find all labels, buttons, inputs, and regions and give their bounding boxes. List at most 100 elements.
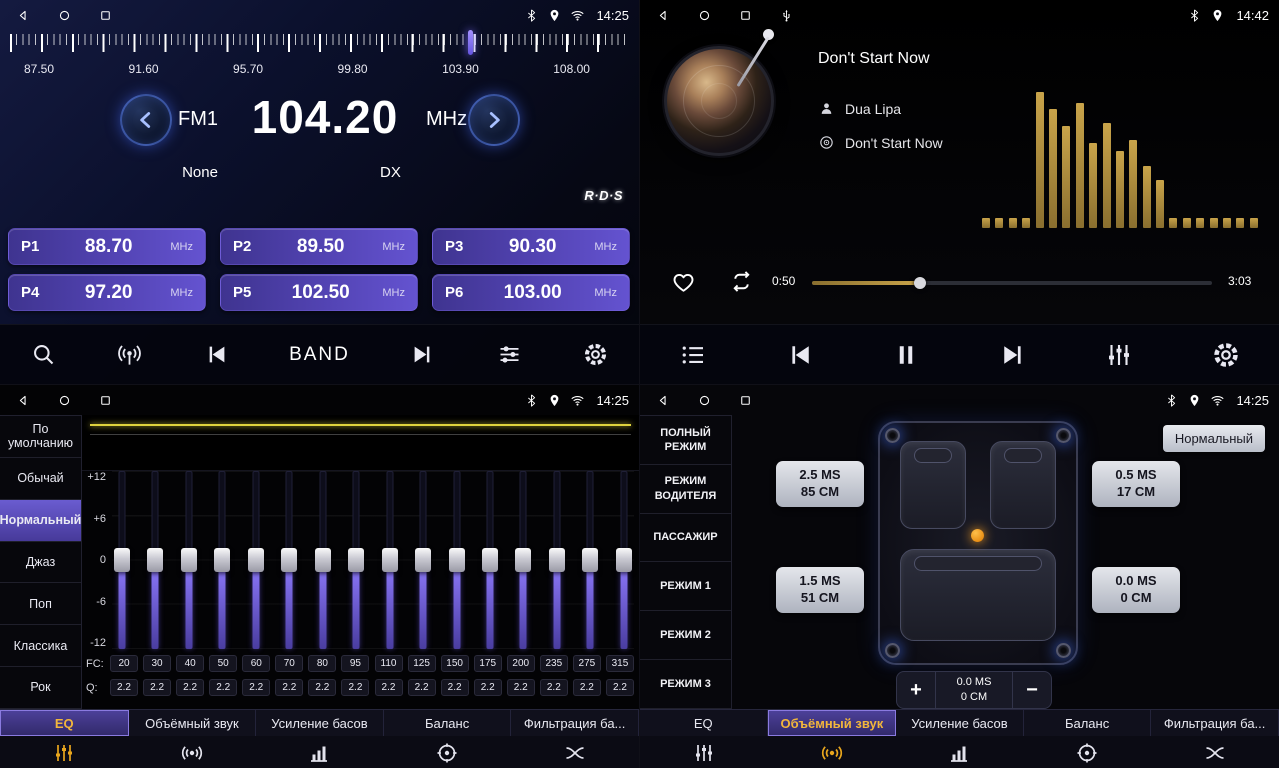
surround-mode-item[interactable]: РЕЖИМ 1 (640, 562, 731, 611)
eq-tab-icon[interactable] (0, 736, 128, 768)
slider-handle[interactable] (348, 548, 364, 572)
slider-handle[interactable] (181, 548, 197, 572)
sound-profile-button[interactable]: Нормальный (1163, 425, 1265, 452)
preset-button[interactable]: P497.20MHz (8, 274, 206, 311)
next-station-icon[interactable] (409, 341, 436, 368)
recents-icon[interactable] (98, 8, 113, 23)
surround-mode-item[interactable]: РЕЖИМ 3 (640, 660, 731, 709)
back-icon[interactable] (16, 393, 31, 408)
tab-4[interactable]: Баланс (384, 710, 512, 736)
previous-station-icon[interactable] (203, 341, 230, 368)
home-icon[interactable] (57, 393, 72, 408)
eq-band-slider[interactable] (614, 471, 634, 649)
preset-button[interactable]: P5102.50MHz (220, 274, 418, 311)
eq-band-slider[interactable] (380, 471, 400, 649)
eq-preset-item[interactable]: Нормальный (0, 500, 81, 542)
delay-front-left[interactable]: 2.5 MS 85 CM (776, 461, 864, 507)
tune-down-button[interactable] (120, 94, 172, 146)
eq-tab-icon[interactable] (640, 736, 768, 768)
eq-settings-icon[interactable] (1104, 340, 1134, 370)
eq-preset-item[interactable]: Рок (0, 667, 81, 709)
tab-1[interactable]: EQ (0, 710, 129, 736)
eq-band-slider[interactable] (179, 471, 199, 649)
slider-handle[interactable] (515, 548, 531, 572)
recents-icon[interactable] (738, 393, 753, 408)
eq-band-slider[interactable] (547, 471, 567, 649)
bass-boost-tab-icon[interactable] (896, 736, 1024, 768)
eq-band-slider[interactable] (246, 471, 266, 649)
eq-band-slider[interactable] (313, 471, 333, 649)
previous-track-icon[interactable] (785, 340, 815, 370)
tab-3[interactable]: Усиление басов (256, 710, 384, 736)
eq-band-slider[interactable] (513, 471, 533, 649)
increase-delay-button[interactable]: + (897, 672, 935, 708)
eq-preset-item[interactable]: По умолчанию (0, 416, 81, 458)
slider-handle[interactable] (214, 548, 230, 572)
surround-tab-icon[interactable] (768, 736, 896, 768)
surround-mode-item[interactable]: ПОЛНЫЙ РЕЖИМ (640, 416, 731, 465)
pause-icon[interactable] (891, 340, 921, 370)
slider-handle[interactable] (382, 548, 398, 572)
tune-up-button[interactable] (468, 94, 520, 146)
slider-handle[interactable] (315, 548, 331, 572)
preset-button[interactable]: P390.30MHz (432, 228, 630, 265)
balance-tab-icon[interactable] (383, 736, 511, 768)
progress-knob[interactable] (914, 277, 926, 289)
delay-rear-right[interactable]: 0.0 MS 0 CM (1092, 567, 1180, 613)
recents-icon[interactable] (738, 8, 753, 23)
broadcast-icon[interactable] (116, 341, 143, 368)
next-track-icon[interactable] (998, 340, 1028, 370)
bass-boost-tab-icon[interactable] (256, 736, 384, 768)
frequency-ruler[interactable] (10, 34, 628, 52)
slider-handle[interactable] (415, 548, 431, 572)
tab-2[interactable]: Объёмный звук (768, 710, 897, 736)
back-icon[interactable] (656, 8, 671, 23)
slider-handle[interactable] (582, 548, 598, 572)
eq-settings-icon[interactable] (496, 341, 523, 368)
playlist-icon[interactable] (678, 340, 708, 370)
home-icon[interactable] (57, 8, 72, 23)
tab-2[interactable]: Объёмный звук (129, 710, 257, 736)
progress-slider[interactable] (812, 281, 1212, 285)
eq-preset-item[interactable]: Поп (0, 583, 81, 625)
eq-band-slider[interactable] (145, 471, 165, 649)
eq-band-slider[interactable] (346, 471, 366, 649)
home-icon[interactable] (697, 393, 712, 408)
back-icon[interactable] (656, 393, 671, 408)
eq-band-slider[interactable] (580, 471, 600, 649)
filter-tab-icon[interactable] (511, 736, 639, 768)
eq-preset-item[interactable]: Классика (0, 625, 81, 667)
surround-mode-item[interactable]: РЕЖИМ ВОДИТЕЛЯ (640, 465, 731, 514)
eq-band-slider[interactable] (447, 471, 467, 649)
eq-band-slider[interactable] (212, 471, 232, 649)
eq-band-slider[interactable] (413, 471, 433, 649)
surround-mode-item[interactable]: РЕЖИМ 2 (640, 611, 731, 660)
tab-5[interactable]: Фильтрация ба... (511, 710, 639, 736)
back-icon[interactable] (16, 8, 31, 23)
delay-front-right[interactable]: 0.5 MS 17 CM (1092, 461, 1180, 507)
slider-handle[interactable] (616, 548, 632, 572)
balance-tab-icon[interactable] (1023, 736, 1151, 768)
tab-4[interactable]: Баланс (1024, 710, 1152, 736)
recents-icon[interactable] (98, 393, 113, 408)
delay-rear-left[interactable]: 1.5 MS 51 CM (776, 567, 864, 613)
listening-position-dot[interactable] (971, 529, 984, 542)
preset-button[interactable]: P188.70MHz (8, 228, 206, 265)
repeat-icon[interactable] (728, 268, 755, 295)
slider-handle[interactable] (248, 548, 264, 572)
surround-mode-item[interactable]: ПАССАЖИР (640, 514, 731, 563)
settings-gear-icon[interactable] (582, 341, 609, 368)
tab-5[interactable]: Фильтрация ба... (1151, 710, 1279, 736)
favorite-icon[interactable] (670, 268, 697, 295)
eq-band-slider[interactable] (480, 471, 500, 649)
preset-button[interactable]: P6103.00MHz (432, 274, 630, 311)
preset-button[interactable]: P289.50MHz (220, 228, 418, 265)
slider-handle[interactable] (449, 548, 465, 572)
eq-band-slider[interactable] (279, 471, 299, 649)
eq-band-slider[interactable] (112, 471, 132, 649)
slider-handle[interactable] (147, 548, 163, 572)
settings-gear-icon[interactable] (1211, 340, 1241, 370)
slider-handle[interactable] (549, 548, 565, 572)
slider-handle[interactable] (114, 548, 130, 572)
eq-preset-item[interactable]: Обычай (0, 458, 81, 500)
